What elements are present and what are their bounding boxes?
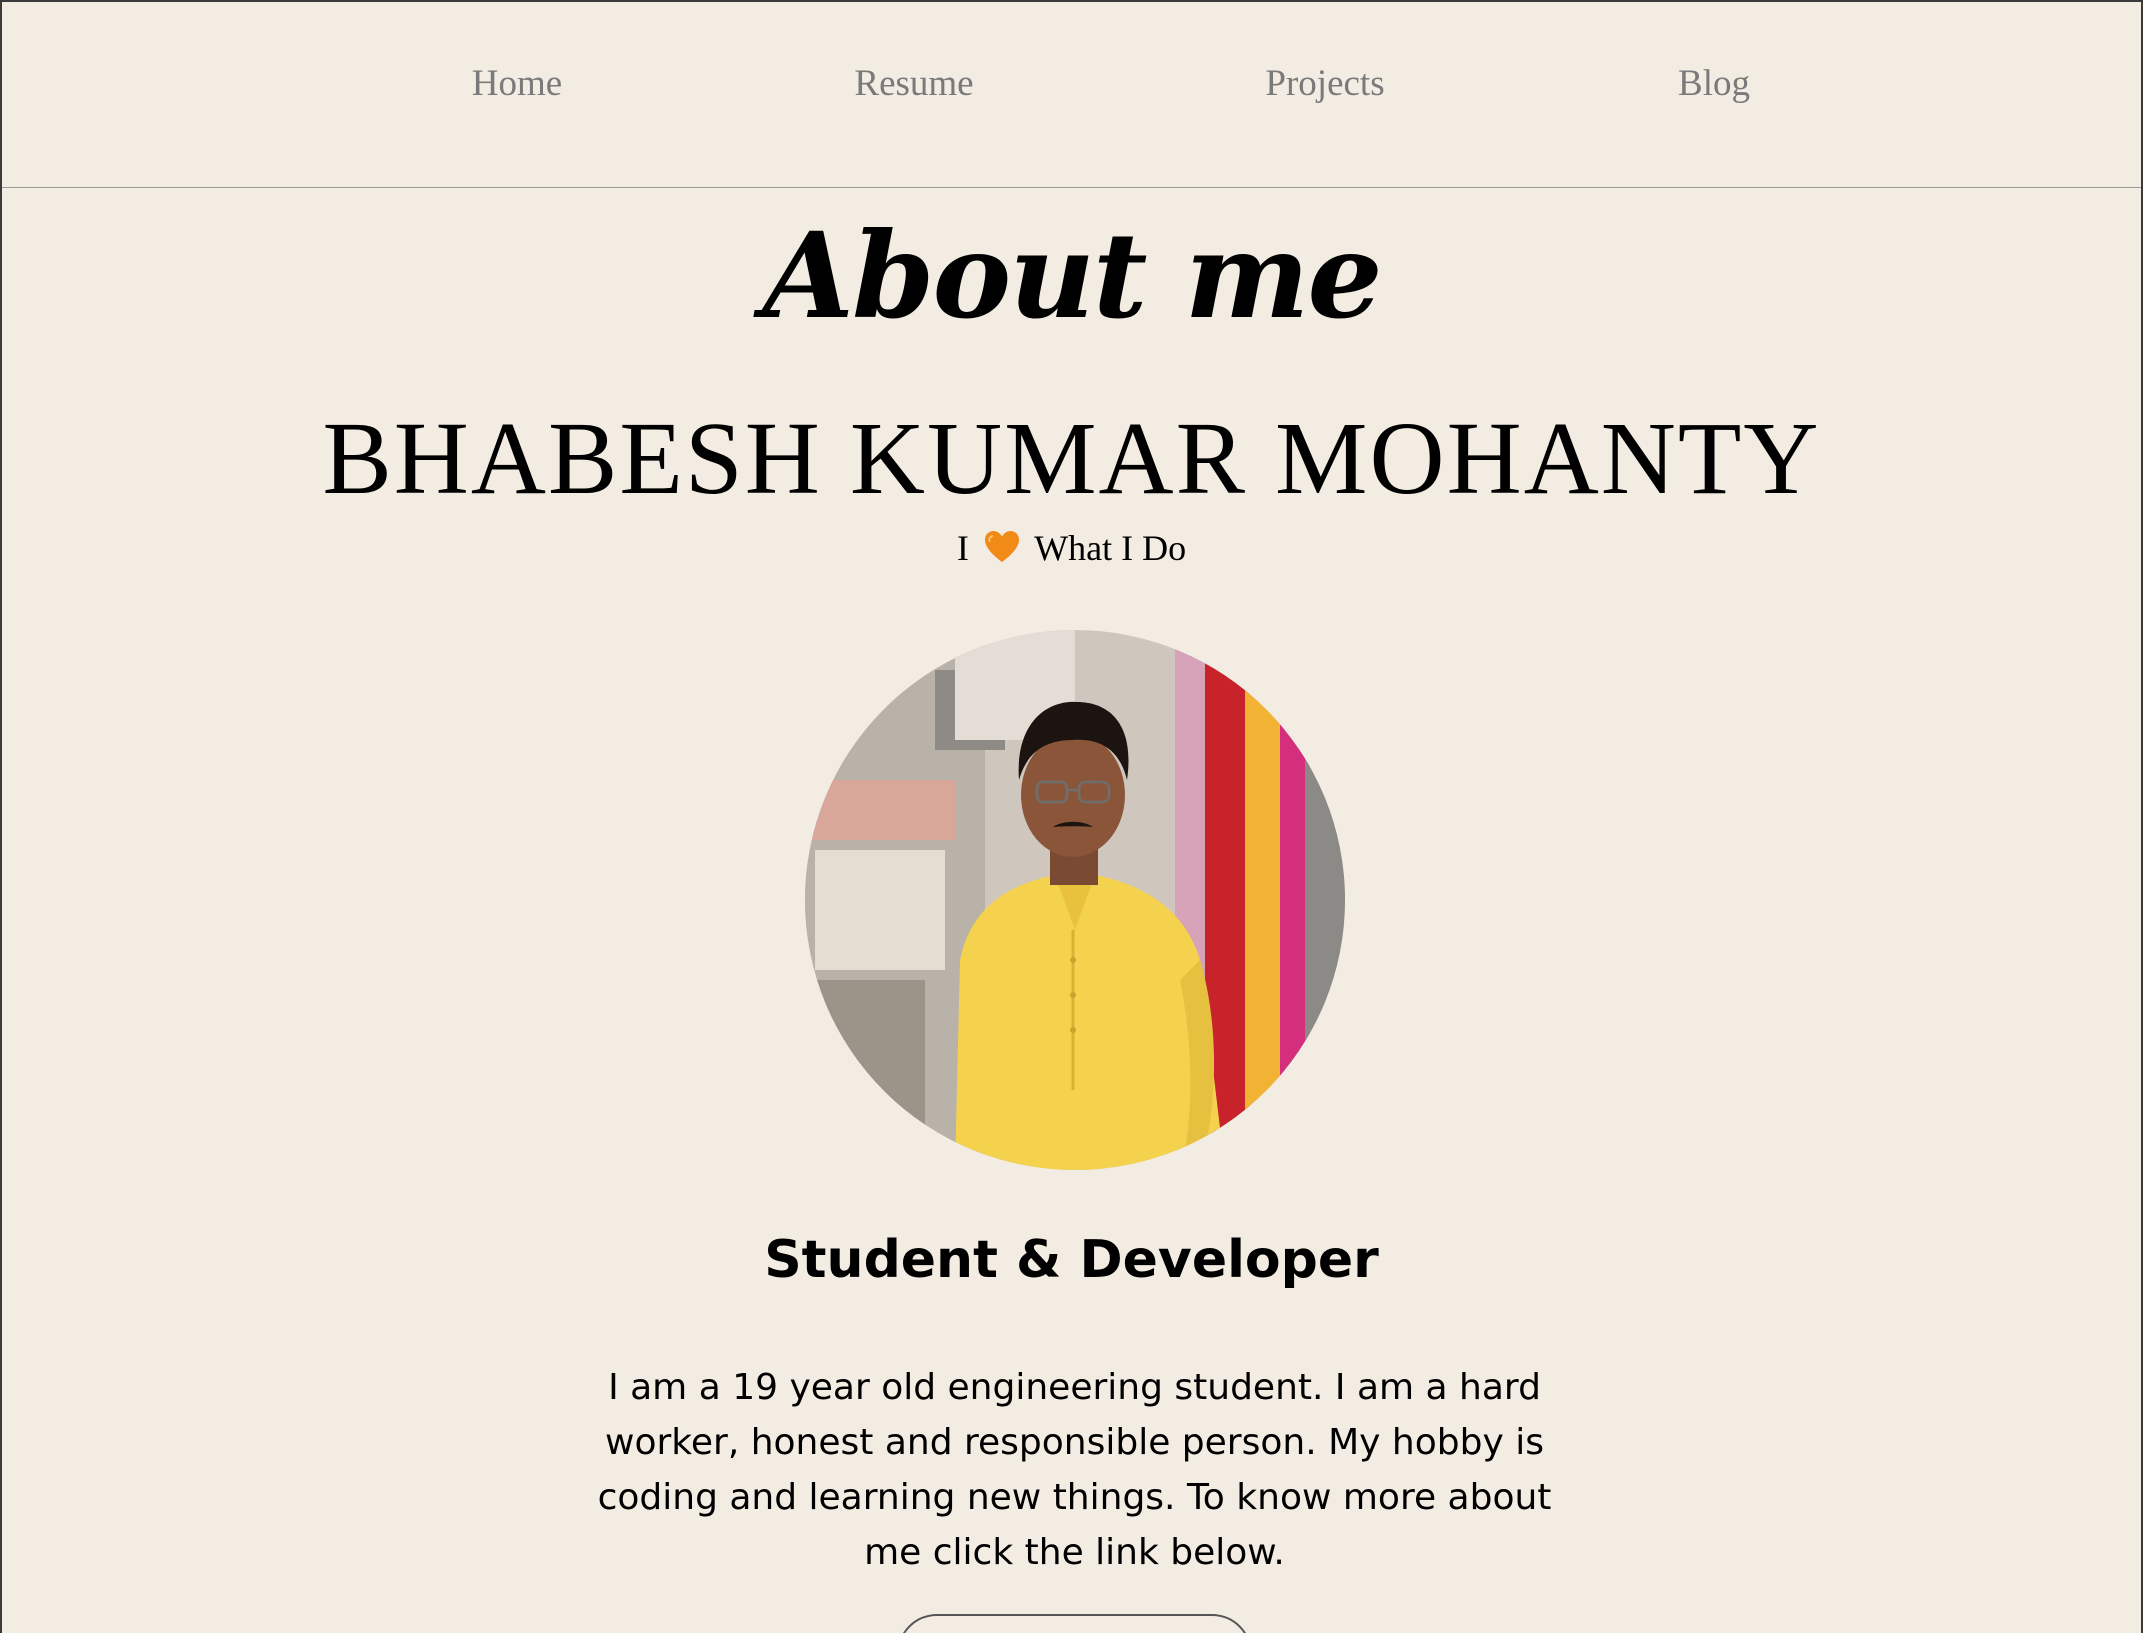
tagline-start: I bbox=[956, 528, 969, 568]
learn-more-button[interactable] bbox=[897, 1614, 1252, 1633]
nav-link-resume[interactable]: Resume bbox=[854, 62, 973, 105]
nav-link-projects[interactable]: Projects bbox=[1265, 62, 1384, 105]
person-name: BHABESH KUMAR MOHANTY bbox=[322, 401, 1821, 516]
top-navbar: Home Resume Projects Blog bbox=[2, 2, 2141, 188]
tagline-end: What I Do bbox=[1034, 528, 1187, 568]
page: Home Resume Projects Blog About me BHABE… bbox=[0, 0, 2143, 1633]
tagline: I What I Do bbox=[2, 530, 2141, 566]
role-heading: Student & Developer bbox=[764, 1230, 1379, 1290]
page-title: About me bbox=[762, 206, 1382, 345]
profile-photo bbox=[805, 630, 1345, 1170]
orange-heart-icon bbox=[984, 531, 1019, 562]
profile-photo-image bbox=[805, 630, 1345, 1170]
nav-link-home[interactable]: Home bbox=[472, 62, 562, 105]
nav-link-blog[interactable]: Blog bbox=[1678, 62, 1750, 105]
bio-text: I am a 19 year old engineering student. … bbox=[597, 1367, 1552, 1573]
